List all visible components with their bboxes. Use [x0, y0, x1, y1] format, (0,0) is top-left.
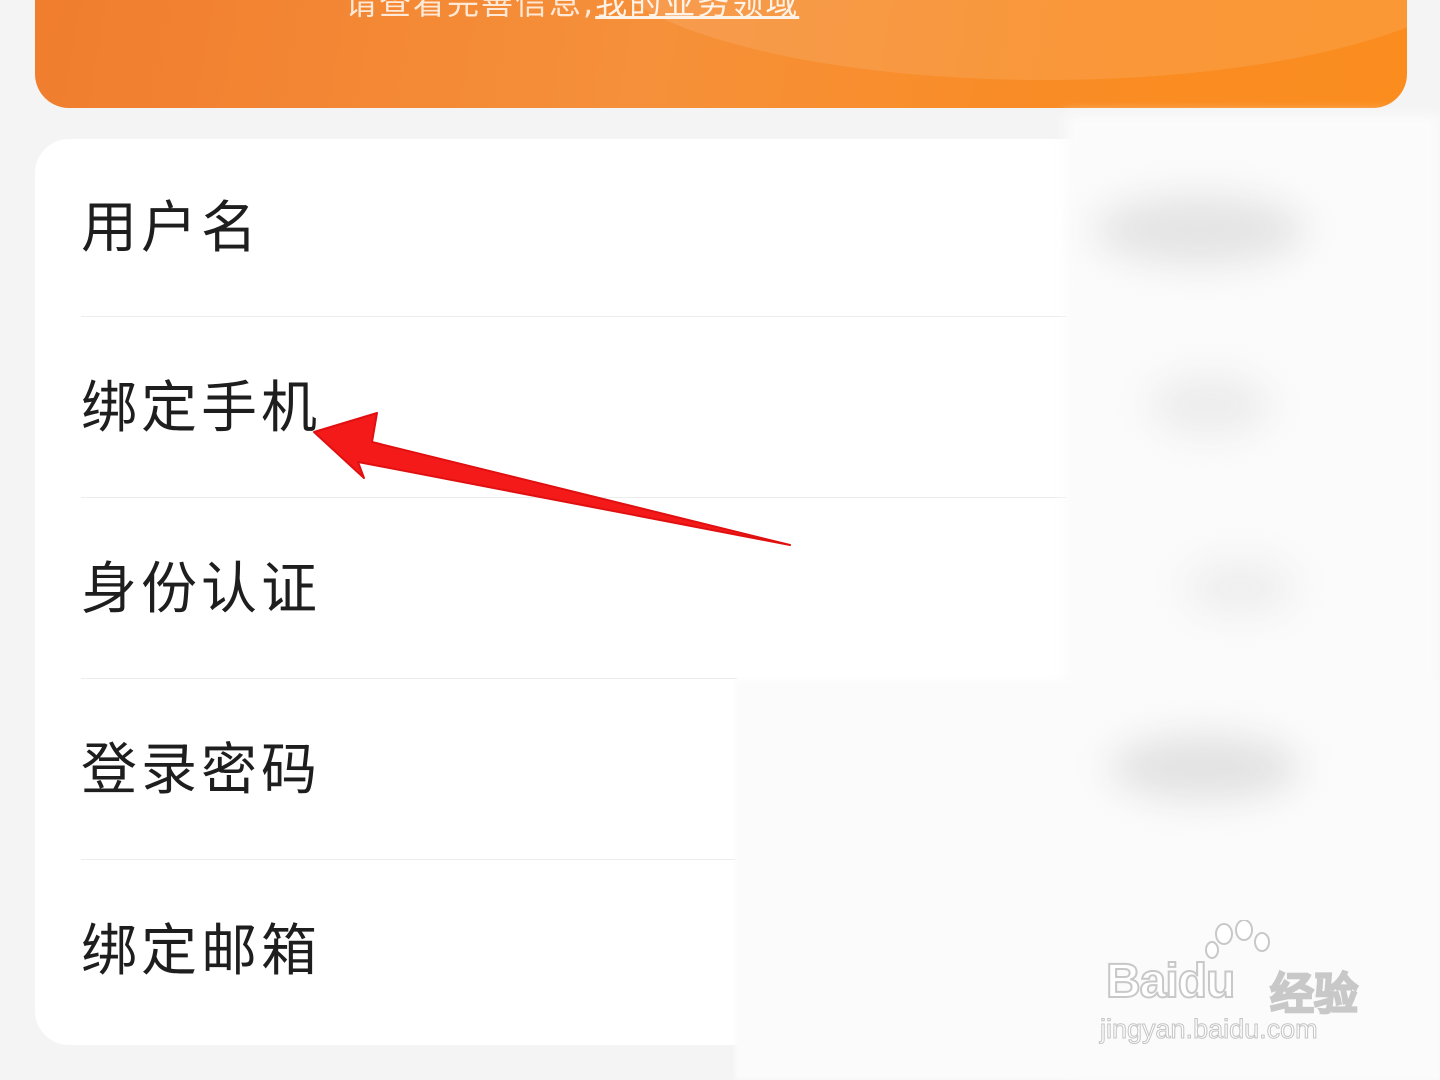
settings-item-label: 用户名 [81, 196, 261, 261]
banner-link[interactable]: 我的业务领域 [595, 0, 799, 22]
account-settings-page: 请查看完善信息,我的业务领域 用户名 绑定手机 身份认证 登录密码 绑定邮箱 B… [0, 0, 1440, 1080]
redacted-value [1095, 195, 1305, 265]
redacted-value [1185, 560, 1295, 615]
watermark-product: 经验 [1269, 968, 1359, 1021]
settings-item-label: 身份认证 [81, 557, 321, 622]
profile-banner: 请查看完善信息,我的业务领域 [35, 0, 1407, 108]
banner-text: 请查看完善信息 [345, 0, 584, 22]
settings-item-label: 登录密码 [81, 738, 321, 803]
settings-item-label: 绑定邮箱 [81, 919, 321, 984]
settings-item-label: 绑定手机 [81, 376, 321, 441]
red-arrow-annotation [313, 412, 791, 546]
redacted-value [1110, 735, 1300, 800]
banner-message: 请查看完善信息,我的业务领域 [345, 0, 799, 24]
redacted-value [1150, 375, 1270, 435]
baidu-jingyan-watermark: Baidu 经验 jingyan.baidu.com [1100, 920, 1400, 1060]
watermark-logo: Baidu [1105, 954, 1236, 1009]
watermark-url: jingyan.baidu.com [1100, 1014, 1319, 1045]
